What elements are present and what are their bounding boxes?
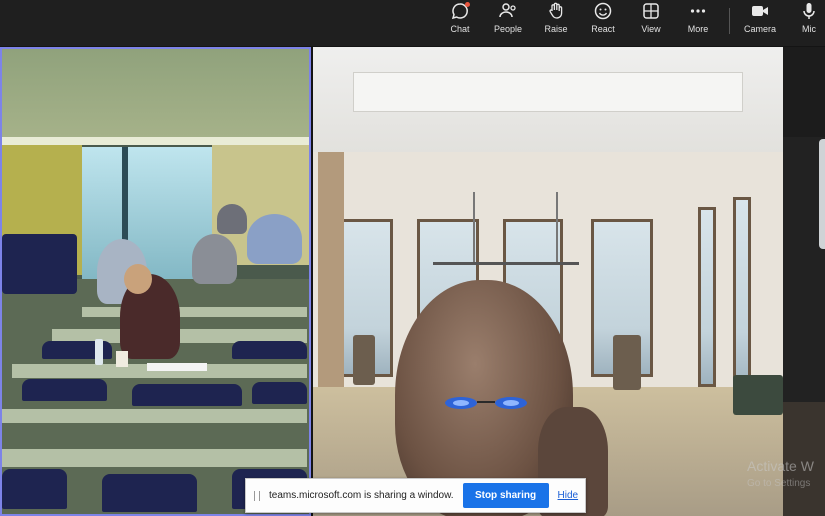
chair <box>353 335 375 385</box>
people-label: People <box>493 24 523 34</box>
video-tile-participant[interactable] <box>313 47 783 516</box>
raise-hand-button[interactable]: Raise <box>541 0 571 46</box>
pendant-lamp <box>433 262 579 265</box>
cup <box>116 351 128 367</box>
view-icon <box>643 3 659 19</box>
hide-link[interactable]: Hide <box>558 490 579 501</box>
more-label: More <box>687 24 709 34</box>
react-button[interactable]: React <box>589 0 617 46</box>
people-button[interactable]: People <box>492 0 524 46</box>
mic-label: Mic <box>802 24 816 34</box>
chair <box>613 335 641 390</box>
camera-label: Camera <box>743 24 776 34</box>
chat-notification-badge <box>465 2 470 7</box>
video-tile-lecture-hall[interactable] <box>0 47 311 516</box>
raise-label: Raise <box>544 24 568 34</box>
chat-button[interactable]: Chat <box>446 0 474 46</box>
screen-sharing-bar: teams.microsoft.com is sharing a window.… <box>245 478 586 513</box>
view-button[interactable]: View <box>637 0 665 46</box>
chat-label: Chat <box>450 24 470 34</box>
paper <box>147 363 207 371</box>
camera-button[interactable]: Camera <box>742 0 778 46</box>
toolbar-divider <box>729 8 730 34</box>
mic-button[interactable]: Mic <box>797 0 821 46</box>
water-bottle <box>95 339 103 365</box>
chair <box>733 375 783 415</box>
raise-hand-icon <box>549 2 563 19</box>
attendee <box>192 234 237 284</box>
meeting-window: Chat People Raise React View More Camera <box>0 0 825 516</box>
react-icon <box>594 2 612 20</box>
drag-handle-icon[interactable] <box>254 490 260 501</box>
activate-watermark-subtitle: Go to Settings <box>747 478 811 489</box>
meeting-toolbar: Chat People Raise React View More Camera <box>0 0 825 46</box>
activate-watermark: Activate W <box>747 458 814 474</box>
stop-sharing-button[interactable]: Stop sharing <box>462 483 549 508</box>
sharing-message: teams.microsoft.com is sharing a window. <box>269 490 454 501</box>
attendee <box>247 214 302 264</box>
more-icon <box>690 9 706 13</box>
attendee <box>217 204 247 234</box>
camera-icon <box>752 6 768 16</box>
glasses-icon <box>445 397 527 409</box>
more-button[interactable]: More <box>684 0 712 46</box>
view-label: View <box>641 24 661 34</box>
people-icon <box>499 3 516 18</box>
mic-icon <box>803 3 815 19</box>
react-label: React <box>591 24 615 34</box>
video-tile-partial[interactable] <box>783 47 825 516</box>
